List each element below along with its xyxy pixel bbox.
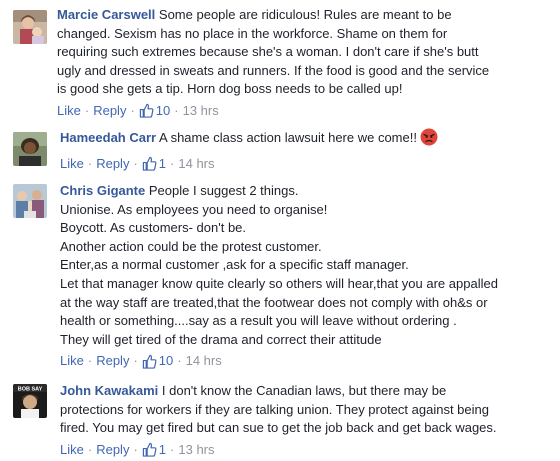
separator-dot: · bbox=[87, 441, 93, 457]
separator-dot: · bbox=[170, 155, 175, 171]
separator-dot: · bbox=[133, 441, 138, 457]
reply-button[interactable]: Reply bbox=[93, 102, 126, 120]
like-button[interactable]: Like bbox=[57, 102, 81, 120]
like-count[interactable]: 1 bbox=[142, 155, 166, 173]
thumbs-up-icon bbox=[142, 156, 157, 171]
separator-dot: · bbox=[84, 102, 90, 118]
avatar[interactable] bbox=[13, 184, 47, 218]
separator-dot: · bbox=[87, 353, 93, 369]
comment-author[interactable]: Chris Gigante bbox=[60, 183, 145, 198]
like-count[interactable]: 10 bbox=[142, 352, 173, 370]
comment-body: Chris Gigante People I suggest 2 things.… bbox=[60, 182, 548, 370]
avatar[interactable] bbox=[13, 132, 47, 166]
comment-text: Chris Gigante People I suggest 2 things.… bbox=[60, 183, 498, 347]
comment-body: Marcie Carswell Some people are ridiculo… bbox=[57, 6, 548, 120]
separator-dot: · bbox=[130, 102, 135, 118]
comment-actions: Like · Reply · 1 · 13 hrs bbox=[60, 441, 548, 459]
reply-button[interactable]: Reply bbox=[96, 352, 129, 370]
separator-dot: · bbox=[133, 353, 138, 369]
separator-dot: · bbox=[170, 441, 175, 457]
avatar-text: BOB SAY bbox=[18, 387, 43, 393]
comment-thread: Marcie Carswell Some people are ridiculo… bbox=[0, 0, 560, 461]
comment-author[interactable]: John Kawakami bbox=[60, 383, 158, 398]
comment-actions: Like · Reply · 1 · 14 hrs bbox=[60, 155, 548, 173]
comment-actions: Like · Reply · 10 · 13 hrs bbox=[57, 102, 548, 120]
thumbs-up-icon bbox=[142, 443, 157, 457]
comment-text: Marcie Carswell Some people are ridiculo… bbox=[57, 7, 490, 97]
timestamp[interactable]: 14 hrs bbox=[186, 352, 222, 370]
comment-author[interactable]: Hameedah Carr bbox=[60, 130, 156, 145]
comment-actions: Like · Reply · 10 · 14 hrs bbox=[60, 352, 548, 370]
separator-dot: · bbox=[177, 353, 182, 369]
like-button[interactable]: Like bbox=[60, 441, 84, 459]
thumbs-up-icon bbox=[142, 354, 157, 369]
like-count[interactable]: 10 bbox=[139, 102, 170, 120]
timestamp[interactable]: 13 hrs bbox=[183, 102, 219, 120]
comment-text: Hameedah Carr A shame class action lawsu… bbox=[60, 128, 548, 152]
separator-dot: · bbox=[87, 155, 93, 171]
angry-face-icon bbox=[420, 128, 438, 152]
separator-dot: · bbox=[174, 102, 179, 118]
reply-button[interactable]: Reply bbox=[96, 155, 129, 173]
timestamp[interactable]: 14 hrs bbox=[178, 155, 214, 173]
reply-button[interactable]: Reply bbox=[96, 441, 129, 459]
separator-dot: · bbox=[133, 155, 138, 171]
avatar[interactable]: BOB SAY bbox=[13, 384, 47, 418]
thumbs-up-icon bbox=[139, 104, 154, 119]
comment-body: Hameedah Carr A shame class action lawsu… bbox=[60, 128, 548, 173]
timestamp[interactable]: 13 hrs bbox=[178, 441, 214, 459]
like-count[interactable]: 1 bbox=[142, 441, 166, 459]
comment-author[interactable]: Marcie Carswell bbox=[57, 7, 155, 22]
like-button[interactable]: Like bbox=[60, 155, 84, 173]
comment-text: John Kawakami I don't know the Canadian … bbox=[60, 383, 497, 436]
like-button[interactable]: Like bbox=[60, 352, 84, 370]
avatar[interactable] bbox=[13, 10, 47, 44]
comment-body: John Kawakami I don't know the Canadian … bbox=[60, 382, 548, 459]
